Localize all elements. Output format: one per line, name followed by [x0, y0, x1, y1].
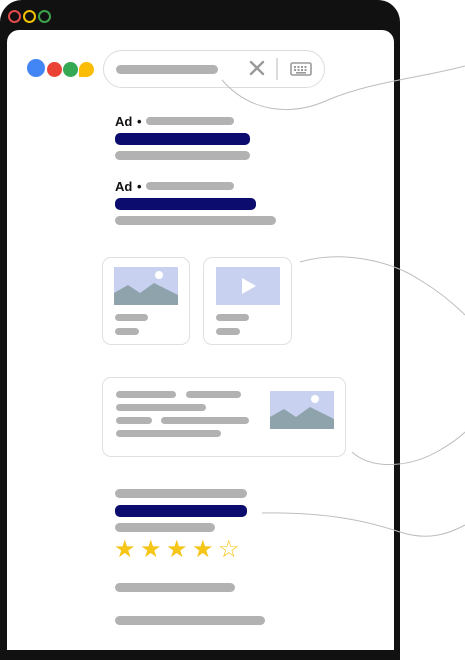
connector-line-rating [261, 512, 465, 537]
connector-line-article [351, 431, 465, 465]
connector-line-cards [299, 256, 465, 316]
connector-line-search [221, 65, 465, 110]
callout-connector-lines [221, 65, 465, 537]
